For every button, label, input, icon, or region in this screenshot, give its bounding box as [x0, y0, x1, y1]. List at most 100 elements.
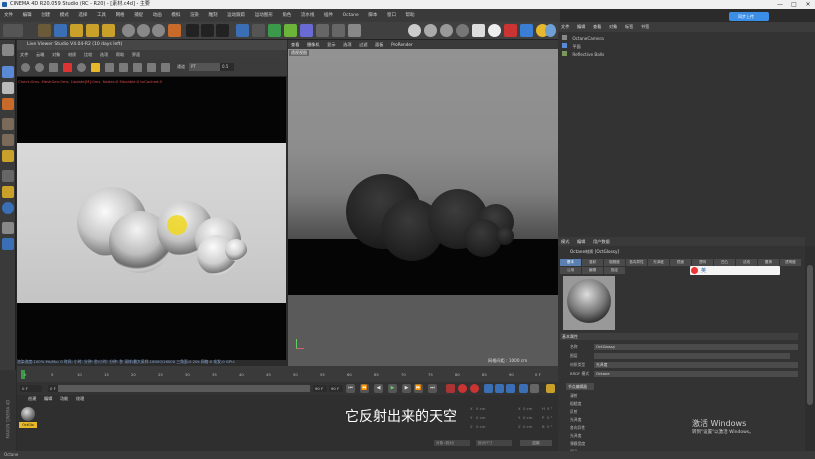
menu-tracking[interactable]: 运动跟踪	[223, 9, 249, 22]
model-mode-icon[interactable]	[2, 44, 14, 56]
next-frame-icon[interactable]: ▶	[402, 384, 411, 393]
cube-icon[interactable]	[236, 24, 249, 37]
key-help-icon[interactable]	[470, 384, 479, 393]
render-settings-icon[interactable]	[216, 24, 229, 37]
menu-mesh[interactable]: 网格	[112, 9, 129, 22]
tab-transparent[interactable]: 透明	[692, 259, 713, 266]
menu-select[interactable]: 选择	[74, 9, 91, 22]
vp-menu-filter[interactable]: 过滤	[356, 40, 370, 49]
coord-rot-h[interactable]: 0 °	[547, 406, 553, 411]
tab-displacement[interactable]: 置换	[758, 259, 779, 266]
checker-icon[interactable]	[2, 82, 14, 94]
snap-icon[interactable]	[2, 186, 14, 198]
menu-script[interactable]: 脚本	[364, 9, 381, 22]
node-editor-button[interactable]: 节点编辑器	[566, 383, 594, 390]
pause-icon[interactable]	[49, 63, 58, 72]
tab-assign[interactable]: 指定	[604, 267, 625, 274]
record-icon[interactable]	[446, 384, 455, 393]
coordinate-icon[interactable]	[168, 24, 181, 37]
coord-rot-b[interactable]: 0 °	[547, 424, 553, 429]
mat-menu-create[interactable]: 创建	[25, 395, 39, 403]
viewport-camera-label[interactable]: 透视视图	[289, 50, 309, 56]
lv-menu-objects[interactable]: 对象	[49, 50, 63, 59]
render-view-icon[interactable]	[186, 24, 199, 37]
maximize-button[interactable]: □	[787, 0, 801, 9]
attr-menu-edit[interactable]: 编辑	[574, 237, 588, 246]
coord-size-y[interactable]: 0 cm	[523, 415, 532, 420]
auto-key-icon[interactable]	[458, 384, 467, 393]
region-icon[interactable]	[105, 63, 114, 72]
workplane-icon[interactable]	[2, 202, 14, 214]
tab-bump[interactable]: 凹凸	[714, 259, 735, 266]
om-menu-view[interactable]: 查看	[590, 22, 604, 32]
select-icon[interactable]	[38, 24, 51, 37]
end-frame-field[interactable]: 90 F	[313, 385, 327, 392]
close-button[interactable]: ✕	[801, 0, 815, 9]
lock-render-icon[interactable]	[91, 63, 100, 72]
brdf-select[interactable]: Octane	[594, 371, 798, 377]
tab-anisotropy[interactable]: 各向异性	[626, 259, 647, 266]
coord-size-mode-select[interactable]: 绝对尺寸	[476, 440, 512, 446]
key-rotate-icon[interactable]	[495, 384, 504, 393]
camera-icon[interactable]	[332, 24, 345, 37]
minimize-button[interactable]: —	[773, 0, 787, 9]
texture-mode-icon[interactable]	[2, 66, 14, 78]
pick-focus-icon[interactable]	[119, 63, 128, 72]
start-frame-field[interactable]: 0 F	[20, 385, 42, 392]
polygon-mode-icon[interactable]	[2, 134, 14, 146]
menu-help[interactable]: 帮助	[402, 9, 419, 22]
menu-animate[interactable]: 动画	[149, 9, 166, 22]
vp-menu-options[interactable]: 选项	[340, 40, 354, 49]
frame-range-slider[interactable]	[58, 385, 310, 392]
octane-icon-2[interactable]	[424, 24, 437, 37]
om-menu-objects[interactable]: 对象	[606, 22, 620, 32]
menu-pipeline[interactable]: 流水线	[297, 9, 319, 22]
play-icon[interactable]: ▶	[388, 384, 397, 393]
pick-material-icon[interactable]	[133, 63, 142, 72]
key-move-icon[interactable]	[484, 384, 493, 393]
tab-common[interactable]: 公用	[560, 267, 581, 274]
coord-pos-y[interactable]: 0 cm	[476, 415, 485, 420]
timeline-settings-icon[interactable]	[546, 384, 555, 393]
point-mode-icon[interactable]	[2, 98, 14, 110]
transform-icon[interactable]	[102, 24, 115, 37]
lv-menu-help[interactable]: 帮助	[113, 50, 127, 59]
octane-icon-7[interactable]	[504, 24, 517, 37]
object-row-plane[interactable]: 平面	[562, 43, 581, 50]
menu-edit[interactable]: 编辑	[19, 9, 36, 22]
pen-icon[interactable]	[252, 24, 265, 37]
rotate-icon[interactable]	[86, 24, 99, 37]
subdivide-icon[interactable]	[268, 24, 281, 37]
om-menu-file[interactable]: 文件	[558, 22, 572, 32]
menu-file[interactable]: 文件	[0, 9, 17, 22]
deformer-icon[interactable]	[300, 24, 313, 37]
tab-normal[interactable]: 法线	[736, 259, 757, 266]
cloud-upload-button[interactable]: 同步上传	[729, 12, 769, 21]
menu-render[interactable]: 渲染	[186, 9, 203, 22]
render-picture-icon[interactable]	[201, 24, 214, 37]
restart-icon[interactable]	[35, 63, 44, 72]
array-icon[interactable]	[284, 24, 297, 37]
mat-menu-texture[interactable]: 纹理	[73, 395, 87, 403]
menu-character[interactable]: 角色	[278, 9, 295, 22]
tab-gloss[interactable]: 光泽度	[648, 259, 669, 266]
material-type-select[interactable]: 光泽度	[594, 362, 798, 368]
tab-basic[interactable]: 基本	[560, 259, 581, 266]
lv-menu-compare[interactable]: 比较	[81, 50, 95, 59]
coord-mode-select[interactable]: 对象 (相对)	[434, 440, 470, 446]
attr-menu-mode[interactable]: 模式	[558, 237, 572, 246]
send-scene-icon[interactable]	[21, 63, 30, 72]
menu-window[interactable]: 窗口	[383, 9, 400, 22]
ime-toolbar[interactable]: 英	[690, 266, 780, 275]
next-key-icon[interactable]: ⏩	[414, 384, 423, 393]
octane-icon-3[interactable]	[440, 24, 453, 37]
light-icon[interactable]	[348, 24, 361, 37]
edge-mode-icon[interactable]	[2, 118, 14, 130]
axis-mode-icon[interactable]	[2, 150, 14, 162]
section-basic[interactable]: 基本属性	[560, 333, 798, 340]
lv-menu-gui[interactable]: 界面	[129, 50, 143, 59]
viewport-3d[interactable]: 透视视图 网格间距 : 1000 cm	[288, 49, 558, 370]
coord-size-x[interactable]: 0 cm	[523, 406, 532, 411]
menu-octane[interactable]: Octane	[339, 9, 363, 22]
octane-icon-4[interactable]	[456, 24, 469, 37]
